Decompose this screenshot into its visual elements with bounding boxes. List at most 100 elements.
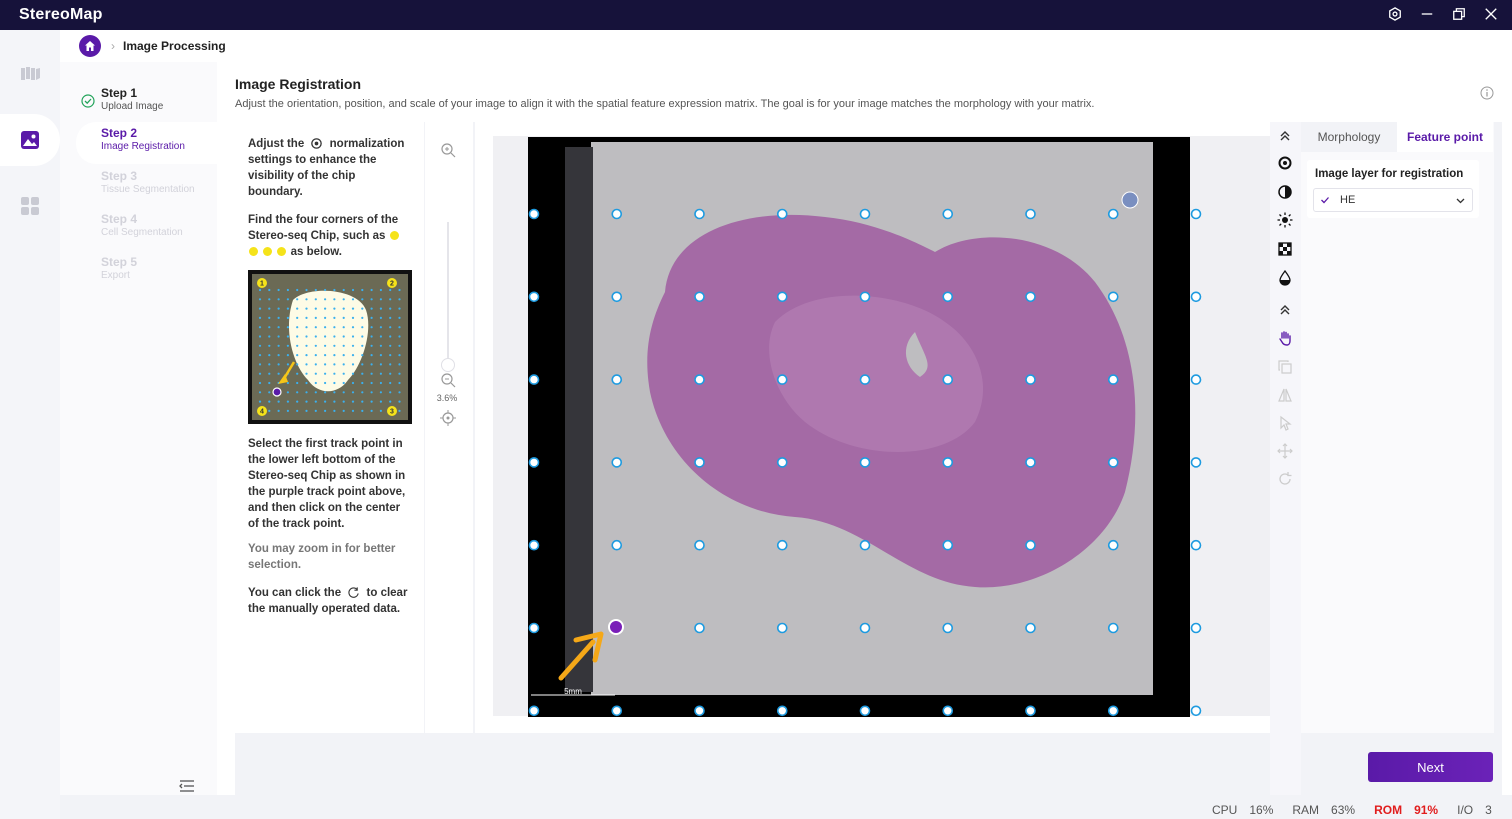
track-point[interactable] bbox=[942, 622, 954, 634]
track-point[interactable] bbox=[776, 539, 788, 551]
track-point[interactable] bbox=[611, 208, 623, 220]
track-point[interactable] bbox=[1025, 208, 1036, 220]
center-target-icon[interactable] bbox=[440, 410, 456, 426]
track-point[interactable] bbox=[528, 457, 540, 468]
next-button[interactable]: Next bbox=[1368, 752, 1493, 782]
home-icon[interactable] bbox=[79, 35, 101, 57]
track-point[interactable] bbox=[1107, 374, 1119, 385]
track-point[interactable] bbox=[1025, 291, 1036, 303]
track-point[interactable] bbox=[859, 705, 871, 717]
zoom-slider[interactable] bbox=[447, 222, 449, 362]
track-point[interactable] bbox=[1025, 457, 1036, 468]
track-point[interactable] bbox=[859, 291, 871, 303]
track-point[interactable] bbox=[694, 705, 705, 717]
track-point[interactable] bbox=[611, 374, 623, 385]
track-point[interactable] bbox=[776, 457, 788, 468]
track-point[interactable] bbox=[528, 705, 540, 717]
thumbnail-dot bbox=[351, 409, 355, 412]
track-point[interactable] bbox=[859, 622, 871, 634]
zoom-slider-handle[interactable] bbox=[441, 358, 455, 372]
track-point[interactable] bbox=[776, 374, 788, 385]
track-point[interactable] bbox=[942, 291, 954, 303]
track-point[interactable] bbox=[859, 208, 871, 220]
collapse-sidebar-icon[interactable] bbox=[179, 778, 195, 794]
thumbnail-dot bbox=[305, 391, 308, 394]
track-point[interactable] bbox=[694, 374, 705, 385]
track-point[interactable] bbox=[1190, 622, 1202, 634]
close-icon[interactable] bbox=[1482, 4, 1500, 24]
track-point[interactable] bbox=[528, 208, 540, 220]
thumbnail-dot bbox=[370, 363, 373, 366]
track-point[interactable] bbox=[1190, 208, 1202, 220]
track-point[interactable] bbox=[776, 705, 788, 717]
track-point[interactable] bbox=[1107, 539, 1119, 551]
track-point[interactable] bbox=[694, 208, 705, 220]
track-point[interactable] bbox=[611, 539, 623, 551]
track-point[interactable] bbox=[776, 622, 788, 634]
collapse-up-icon[interactable] bbox=[1274, 125, 1296, 147]
track-point[interactable] bbox=[776, 208, 788, 220]
track-point[interactable] bbox=[1107, 705, 1119, 717]
track-point[interactable] bbox=[942, 208, 954, 220]
app-rail bbox=[0, 30, 60, 819]
track-point[interactable] bbox=[528, 291, 540, 303]
track-point[interactable] bbox=[1190, 374, 1202, 385]
track-point[interactable] bbox=[776, 291, 788, 303]
thumbnail-dot bbox=[324, 409, 327, 412]
track-point[interactable] bbox=[611, 705, 623, 717]
track-point[interactable] bbox=[1107, 208, 1119, 220]
track-point[interactable] bbox=[611, 291, 623, 303]
track-point[interactable] bbox=[1107, 622, 1119, 634]
track-point[interactable] bbox=[1190, 705, 1202, 717]
tab-feature-point[interactable]: Feature point bbox=[1397, 122, 1493, 152]
track-point[interactable] bbox=[1190, 291, 1202, 303]
track-point[interactable] bbox=[942, 374, 954, 385]
zoom-in-icon[interactable] bbox=[440, 142, 456, 158]
tab-morphology[interactable]: Morphology bbox=[1301, 122, 1397, 152]
brightness-icon[interactable] bbox=[1274, 209, 1296, 231]
track-point[interactable] bbox=[528, 374, 540, 385]
track-point[interactable] bbox=[1190, 457, 1202, 468]
track-point[interactable] bbox=[1107, 291, 1119, 303]
zoom-out-icon[interactable] bbox=[440, 372, 456, 388]
track-point[interactable] bbox=[1025, 622, 1036, 634]
hand-pan-icon[interactable] bbox=[1274, 327, 1296, 349]
track-point[interactable] bbox=[694, 457, 705, 468]
settings-icon[interactable] bbox=[1386, 4, 1404, 24]
rail-apps-icon[interactable] bbox=[0, 180, 60, 232]
track-point[interactable] bbox=[1025, 539, 1036, 551]
rail-map-icon[interactable] bbox=[0, 48, 60, 100]
track-point[interactable] bbox=[528, 622, 540, 634]
track-point[interactable] bbox=[694, 539, 705, 551]
track-point[interactable] bbox=[1107, 457, 1119, 468]
track-point[interactable] bbox=[942, 539, 954, 551]
selected-track-point[interactable] bbox=[608, 619, 624, 635]
track-point[interactable] bbox=[942, 457, 954, 468]
opacity-icon[interactable] bbox=[1274, 267, 1296, 289]
normalization-settings-icon[interactable] bbox=[1274, 152, 1296, 174]
step-1[interactable]: Step 1 Upload Image bbox=[76, 82, 217, 122]
track-point[interactable] bbox=[1190, 539, 1202, 551]
info-icon[interactable] bbox=[1480, 86, 1494, 100]
restore-icon[interactable] bbox=[1450, 4, 1468, 24]
minimize-icon[interactable] bbox=[1418, 4, 1436, 24]
track-point[interactable] bbox=[859, 374, 871, 385]
track-point[interactable] bbox=[694, 622, 705, 634]
track-point[interactable] bbox=[859, 457, 871, 468]
contrast-icon[interactable] bbox=[1274, 181, 1296, 203]
track-point[interactable] bbox=[859, 539, 871, 551]
step-2[interactable]: Step 2 Image Registration bbox=[76, 122, 217, 164]
collapse-up-secondary-icon[interactable] bbox=[1274, 299, 1296, 321]
track-point[interactable] bbox=[1025, 705, 1036, 717]
track-point[interactable] bbox=[694, 291, 705, 303]
track-point[interactable] bbox=[1025, 374, 1036, 385]
image-layer-select[interactable]: HE bbox=[1313, 188, 1473, 212]
thumbnail-dot bbox=[314, 363, 317, 366]
track-point[interactable] bbox=[942, 705, 954, 717]
track-point[interactable] bbox=[611, 457, 623, 468]
thumbnail-dot bbox=[370, 335, 373, 338]
track-point[interactable] bbox=[528, 539, 540, 551]
thumbnail-dot bbox=[361, 335, 364, 338]
checkerboard-icon[interactable] bbox=[1274, 238, 1296, 260]
rail-image-processing-icon[interactable] bbox=[0, 114, 60, 166]
